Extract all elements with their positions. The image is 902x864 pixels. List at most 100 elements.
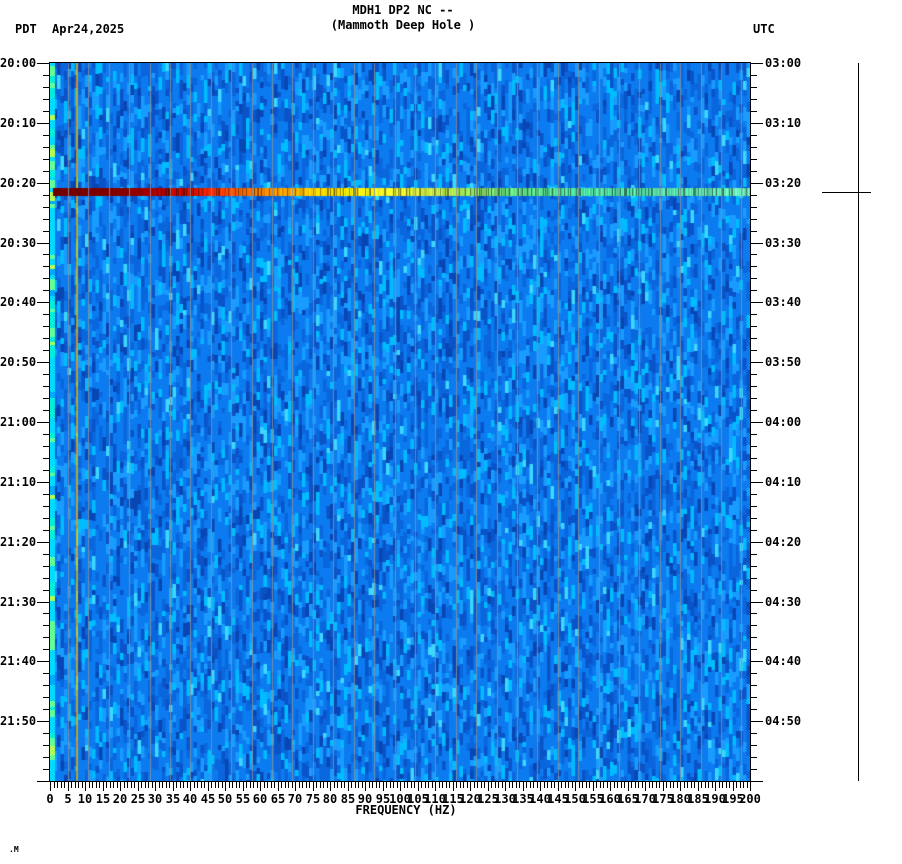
freq-tick <box>736 782 737 788</box>
freq-tick <box>271 782 272 788</box>
left-time-tick <box>43 434 49 435</box>
left-time-tick <box>43 458 49 459</box>
left-time-tick <box>43 87 49 88</box>
time-cursor-vertical-line <box>858 63 859 781</box>
freq-tick <box>341 782 342 788</box>
left-time-tick <box>43 530 49 531</box>
freq-tick <box>180 782 181 788</box>
right-time-tick <box>751 374 757 375</box>
left-time-tick <box>43 613 49 614</box>
freq-tick <box>362 782 363 788</box>
freq-tick <box>120 782 121 791</box>
right-time-tick <box>751 195 757 196</box>
right-time-tick <box>751 637 757 638</box>
right-time-label: 04:20 <box>765 535 802 549</box>
left-time-label: 20:50 <box>0 355 37 369</box>
freq-tick <box>635 782 636 788</box>
freq-tick <box>386 782 387 788</box>
freq-tick <box>589 782 590 788</box>
right-time-tick <box>751 458 757 459</box>
right-time-tick <box>751 159 757 160</box>
freq-tick <box>740 782 741 788</box>
freq-tick <box>477 782 478 788</box>
freq-tick <box>502 782 503 788</box>
left-time-tick <box>37 781 49 782</box>
right-time-label: 04:40 <box>765 654 802 668</box>
freq-tick <box>358 782 359 788</box>
freq-tick <box>540 782 541 791</box>
freq-tick <box>236 782 237 788</box>
left-time-tick <box>37 243 49 244</box>
right-time-tick <box>751 697 757 698</box>
left-time-tick <box>43 745 49 746</box>
freq-tick <box>551 782 552 788</box>
right-time-tick <box>751 494 757 495</box>
right-time-tick <box>751 673 757 674</box>
freq-tick <box>320 782 321 788</box>
left-time-tick <box>43 470 49 471</box>
right-time-label: 04:30 <box>765 595 802 609</box>
right-time-tick <box>751 243 763 244</box>
freq-tick <box>148 782 149 788</box>
left-time-tick <box>43 314 49 315</box>
freq-tick <box>169 782 170 788</box>
freq-tick <box>708 782 709 788</box>
freq-tick <box>670 782 671 788</box>
freq-tick <box>411 782 412 788</box>
freq-tick <box>64 782 65 788</box>
left-time-tick <box>43 254 49 255</box>
freq-tick <box>414 782 415 788</box>
left-time-tick <box>43 506 49 507</box>
freq-tick <box>600 782 601 788</box>
freq-tick <box>138 782 139 791</box>
freq-tick <box>166 782 167 788</box>
right-time-tick <box>751 745 757 746</box>
freq-tick <box>372 782 373 788</box>
freq-tick <box>267 782 268 788</box>
timezone-right-label: UTC <box>753 22 775 36</box>
freq-tick <box>470 782 471 791</box>
freq-tick <box>491 782 492 788</box>
left-time-tick <box>37 721 49 722</box>
freq-tick <box>498 782 499 788</box>
right-time-tick <box>751 410 757 411</box>
right-time-tick <box>751 338 757 339</box>
freq-tick <box>680 782 681 791</box>
left-time-tick <box>43 231 49 232</box>
freq-tick <box>621 782 622 788</box>
freq-tick <box>323 782 324 788</box>
right-time-tick <box>751 422 763 423</box>
freq-tick <box>484 782 485 788</box>
freq-tick <box>92 782 93 788</box>
freq-tick <box>155 782 156 791</box>
freq-tick <box>215 782 216 788</box>
left-time-tick <box>43 266 49 267</box>
right-time-tick <box>751 231 757 232</box>
left-time-label: 21:10 <box>0 475 37 489</box>
right-time-tick <box>751 434 757 435</box>
right-time-tick <box>751 554 757 555</box>
right-time-label: 03:00 <box>765 56 802 70</box>
freq-tick <box>533 782 534 788</box>
freq-tick <box>292 782 293 788</box>
freq-tick-label: 200 <box>739 792 761 806</box>
freq-tick <box>628 782 629 791</box>
freq-tick <box>302 782 303 788</box>
right-time-tick <box>751 386 757 387</box>
left-time-tick <box>43 769 49 770</box>
freq-tick <box>278 782 279 791</box>
left-time-tick <box>43 709 49 710</box>
right-time-tick <box>751 482 763 483</box>
freq-tick <box>351 782 352 788</box>
freq-tick <box>418 782 419 791</box>
left-time-tick <box>43 147 49 148</box>
freq-tick <box>68 782 69 791</box>
freq-tick <box>71 782 72 788</box>
left-time-tick <box>37 123 49 124</box>
right-time-tick <box>751 518 757 519</box>
freq-tick <box>453 782 454 791</box>
left-time-tick <box>43 494 49 495</box>
left-time-tick <box>43 171 49 172</box>
freq-tick <box>162 782 163 788</box>
freq-tick <box>558 782 559 791</box>
